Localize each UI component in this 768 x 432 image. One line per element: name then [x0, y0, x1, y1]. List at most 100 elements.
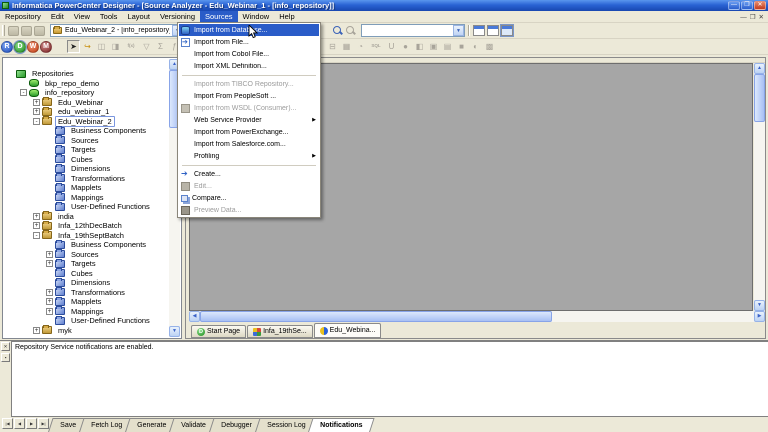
tool-icon-2[interactable]: ◨: [109, 40, 122, 53]
expand-toggle-icon[interactable]: -: [20, 89, 27, 96]
menu-item[interactable]: Import from PowerExchange...: [179, 126, 319, 138]
find-icon[interactable]: [332, 25, 343, 36]
mdi-restore-icon[interactable]: ❐: [750, 13, 756, 21]
mdi-close-icon[interactable]: ✕: [759, 13, 764, 21]
tool-icon-9[interactable]: ◧: [413, 40, 426, 53]
expand-toggle-icon[interactable]: +: [33, 327, 40, 334]
maximize-button[interactable]: ❐: [741, 1, 753, 10]
expand-toggle-icon[interactable]: +: [33, 213, 40, 220]
menubar-item[interactable]: Repository: [0, 11, 46, 22]
search-combo[interactable]: ▼: [361, 24, 465, 37]
menu-item[interactable]: Import from Salesforce.com...: [179, 138, 319, 150]
minimize-button[interactable]: —: [728, 1, 740, 10]
tool-icon-8[interactable]: ●: [399, 40, 412, 53]
expand-toggle-icon[interactable]: +: [46, 289, 53, 296]
workspace-tab[interactable]: D Start Page: [191, 325, 246, 338]
scroll-down-icon[interactable]: ▼: [169, 326, 180, 337]
menu-item[interactable]: Profiling ▶: [179, 150, 319, 162]
toolbar-icon[interactable]: [53, 40, 66, 53]
expand-toggle-icon[interactable]: +: [33, 222, 40, 229]
menu-item[interactable]: Preview Data...: [179, 204, 319, 216]
close-button[interactable]: ✕: [754, 1, 766, 10]
workflow-manager-icon[interactable]: W: [27, 41, 39, 53]
designer-icon[interactable]: D: [14, 41, 26, 53]
menubar-item[interactable]: Layout: [122, 11, 155, 22]
tool-icon-6[interactable]: ▦: [340, 40, 353, 53]
vertical-scrollbar-thumb[interactable]: [754, 74, 765, 122]
tool-icon-14[interactable]: ▩: [483, 40, 496, 53]
union-icon[interactable]: U: [385, 40, 398, 53]
menubar-item[interactable]: Window: [238, 11, 275, 22]
expand-toggle-icon[interactable]: +: [46, 251, 53, 258]
menu-item[interactable]: Import from WSDL (Consumer)...: [179, 102, 319, 114]
scroll-up-icon[interactable]: ▲: [754, 63, 765, 74]
filter-icon[interactable]: ▽: [140, 40, 153, 53]
chevron-down-icon[interactable]: ▼: [453, 25, 464, 36]
menu-item[interactable]: Import From PeopleSoft ...: [179, 90, 319, 102]
tree-item-label[interactable]: myk: [55, 325, 75, 336]
menubar-item[interactable]: Versioning: [155, 11, 200, 22]
menubar-item[interactable]: Tools: [95, 11, 123, 22]
horizontal-scrollbar-thumb[interactable]: [200, 311, 552, 322]
select-tool-icon[interactable]: ➤: [67, 40, 80, 53]
menu-item[interactable]: [182, 163, 316, 166]
last-tab-icon[interactable]: ▶|: [38, 418, 49, 429]
workflow-monitor-icon[interactable]: M: [40, 41, 52, 53]
tool-icon-7[interactable]: ◔: [354, 40, 367, 53]
expand-toggle-icon[interactable]: -: [33, 232, 40, 239]
expand-toggle-icon[interactable]: +: [46, 260, 53, 267]
menubar-item[interactable]: Sources: [200, 11, 238, 22]
tool-icon-10[interactable]: ▣: [427, 40, 440, 53]
tool-icon-12[interactable]: ■: [455, 40, 468, 53]
menu-item[interactable]: Web Service Provider ▶: [179, 114, 319, 126]
menubar-item[interactable]: Edit: [46, 11, 69, 22]
tree-item[interactable]: User-Defined Functions: [4, 316, 169, 326]
workspace-tab[interactable]: Edu_Webina...: [314, 323, 382, 338]
toolbar-grip[interactable]: [2, 25, 5, 36]
scroll-down-icon[interactable]: ▼: [754, 300, 765, 311]
workspace-vertical-scrollbar[interactable]: ▲ ▼: [754, 63, 765, 311]
output-close-icon[interactable]: ✕: [1, 342, 10, 351]
menu-item[interactable]: [182, 73, 316, 76]
expand-toggle-icon[interactable]: -: [33, 118, 40, 125]
expand-toggle-icon[interactable]: +: [46, 308, 53, 315]
link-tool-icon[interactable]: ↪: [81, 40, 94, 53]
tile-windows-icon[interactable]: [487, 25, 499, 36]
cascade-windows-icon[interactable]: [473, 25, 485, 36]
tool-icon-11[interactable]: ▤: [441, 40, 454, 53]
first-tab-icon[interactable]: |◀: [2, 418, 13, 429]
mdi-minimize-icon[interactable]: —: [740, 14, 747, 21]
sql-icon[interactable]: SQL: [368, 40, 384, 53]
expand-toggle-icon[interactable]: +: [33, 108, 40, 115]
tree-item[interactable]: + myk: [4, 326, 169, 336]
output-dock-icon[interactable]: ▪: [1, 353, 10, 362]
expression-icon[interactable]: f(x): [123, 40, 139, 53]
menu-item[interactable]: Create...: [179, 168, 319, 180]
workspace-tab[interactable]: Infa_19thSe...: [247, 325, 313, 338]
output-tab[interactable]: Notifications: [308, 418, 376, 432]
tool-icon-1[interactable]: ◫: [95, 40, 108, 53]
menubar-item[interactable]: Help: [274, 11, 299, 22]
menu-item[interactable]: Import XML Definition...: [179, 60, 319, 72]
tree-item[interactable]: User-Defined Functions: [4, 202, 169, 212]
disabled-toolbar-icon-2[interactable]: [21, 26, 32, 36]
menu-item[interactable]: Import from Cobol File...: [179, 48, 319, 60]
menu-item[interactable]: Import from TIBCO Repository...: [179, 78, 319, 90]
expand-toggle-icon[interactable]: +: [33, 99, 40, 106]
disabled-toolbar-icon-1[interactable]: [8, 26, 19, 36]
scroll-left-icon[interactable]: ◀: [189, 311, 200, 322]
next-tab-icon[interactable]: ▶: [26, 418, 37, 429]
tool-icon-13[interactable]: ◐: [469, 40, 482, 53]
menu-item[interactable]: Compare...: [179, 192, 319, 204]
folder-selector[interactable]: Edu_Webinar_2 - [info_repository] ▼: [50, 24, 184, 37]
disabled-toolbar-icon-3[interactable]: [34, 26, 45, 36]
find-next-icon[interactable]: [345, 25, 356, 36]
tree-item-label[interactable]: User-Defined Functions: [68, 315, 153, 326]
menubar-item[interactable]: View: [69, 11, 95, 22]
arrange-icons-icon[interactable]: [501, 25, 513, 36]
workspace-horizontal-scrollbar[interactable]: ◀ ▶: [189, 311, 765, 322]
menu-item[interactable]: Edit...: [179, 180, 319, 192]
tree-item-label[interactable]: User-Defined Functions: [68, 201, 153, 212]
expand-toggle-icon[interactable]: +: [46, 298, 53, 305]
scroll-right-icon[interactable]: ▶: [754, 311, 765, 322]
